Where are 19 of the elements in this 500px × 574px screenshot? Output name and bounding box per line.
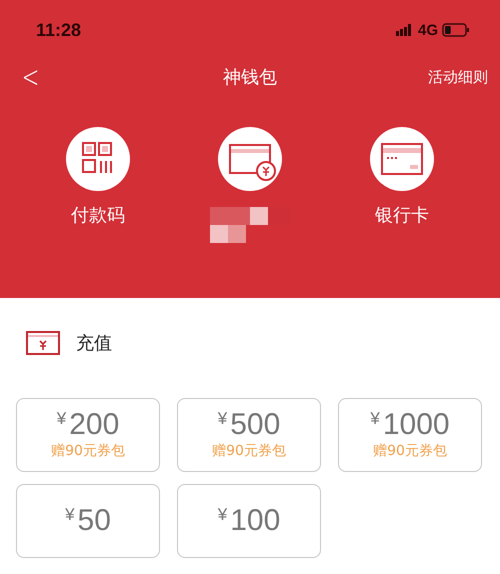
amount-option[interactable]: ¥50: [16, 484, 160, 558]
battery-icon: [442, 23, 470, 37]
amount-option[interactable]: ¥200 赠90元券包: [16, 398, 160, 472]
bank-card-icon[interactable]: [370, 127, 434, 191]
status-time: 11:28: [36, 20, 82, 40]
amount-option[interactable]: ¥1000 赠90元券包: [338, 398, 482, 472]
rules-link[interactable]: 活动细则: [428, 68, 488, 86]
signal-icon: [396, 24, 414, 36]
page-title: 神钱包: [223, 66, 277, 89]
amount-option[interactable]: ¥500 赠90元券包: [177, 398, 321, 472]
qr-code-icon[interactable]: [66, 127, 130, 191]
amount-option[interactable]: ¥100: [177, 484, 321, 558]
back-button[interactable]: <: [18, 60, 42, 94]
shortcut-label[interactable]: 银行卡: [375, 203, 429, 227]
wallet-card-icon[interactable]: [218, 127, 282, 191]
recharge-card-icon: [26, 331, 60, 355]
shortcut-label[interactable]: 付款码: [71, 203, 125, 227]
network-label: 4G: [418, 22, 438, 38]
section-title: 充值: [76, 332, 112, 355]
